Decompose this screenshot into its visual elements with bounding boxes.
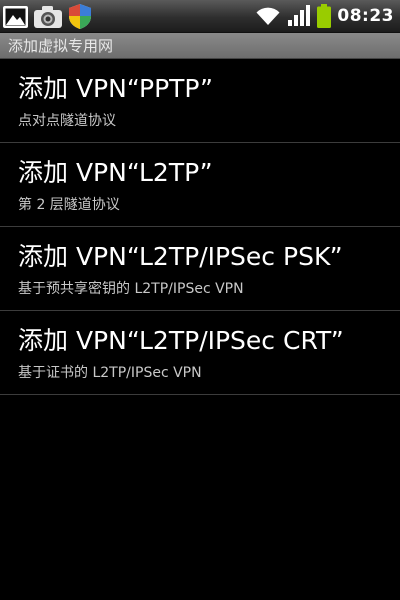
option-title: 添加 VPN“L2TP/IPSec CRT” [18, 326, 344, 355]
picture-icon [3, 5, 28, 28]
option-title: 添加 VPN“L2TP” [18, 158, 213, 187]
title-bar: 添加虚拟专用网 [0, 33, 400, 59]
status-bar: 08:23 [0, 0, 400, 33]
vpn-option-l2tp-ipsec-psk[interactable]: 添加 VPN“L2TP/IPSec PSK” 基于预共享密钥的 L2TP/IPS… [0, 227, 400, 311]
vpn-option-l2tp[interactable]: 添加 VPN“L2TP” 第 2 层隧道协议 [0, 143, 400, 227]
option-summary: 第 2 层隧道协议 [18, 197, 120, 213]
option-title: 添加 VPN“L2TP/IPSec PSK” [18, 242, 343, 271]
option-summary: 点对点隧道协议 [18, 113, 116, 129]
wifi-icon [256, 7, 280, 25]
vpn-option-pptp[interactable]: 添加 VPN“PPTP” 点对点隧道协议 [0, 59, 400, 143]
clock: 08:23 [337, 5, 394, 26]
camera-icon [34, 5, 62, 28]
option-summary: 基于预共享密钥的 L2TP/IPSec VPN [18, 281, 244, 297]
option-summary: 基于证书的 L2TP/IPSec VPN [18, 365, 202, 381]
screen: 08:23 添加虚拟专用网 添加 VPN“PPTP” 点对点隧道协议 添加 VP… [0, 0, 400, 600]
vpn-type-list: 添加 VPN“PPTP” 点对点隧道协议 添加 VPN“L2TP” 第 2 层隧… [0, 59, 400, 395]
signal-icon [288, 5, 311, 26]
system-status[interactable]: 08:23 [255, 0, 394, 32]
page-title: 添加虚拟专用网 [8, 37, 114, 55]
shield-icon [69, 4, 91, 29]
vpn-option-l2tp-ipsec-crt[interactable]: 添加 VPN“L2TP/IPSec CRT” 基于证书的 L2TP/IPSec … [0, 311, 400, 395]
option-title: 添加 VPN“PPTP” [18, 74, 213, 103]
notification-icons[interactable] [2, 3, 93, 30]
battery-icon [317, 4, 332, 28]
